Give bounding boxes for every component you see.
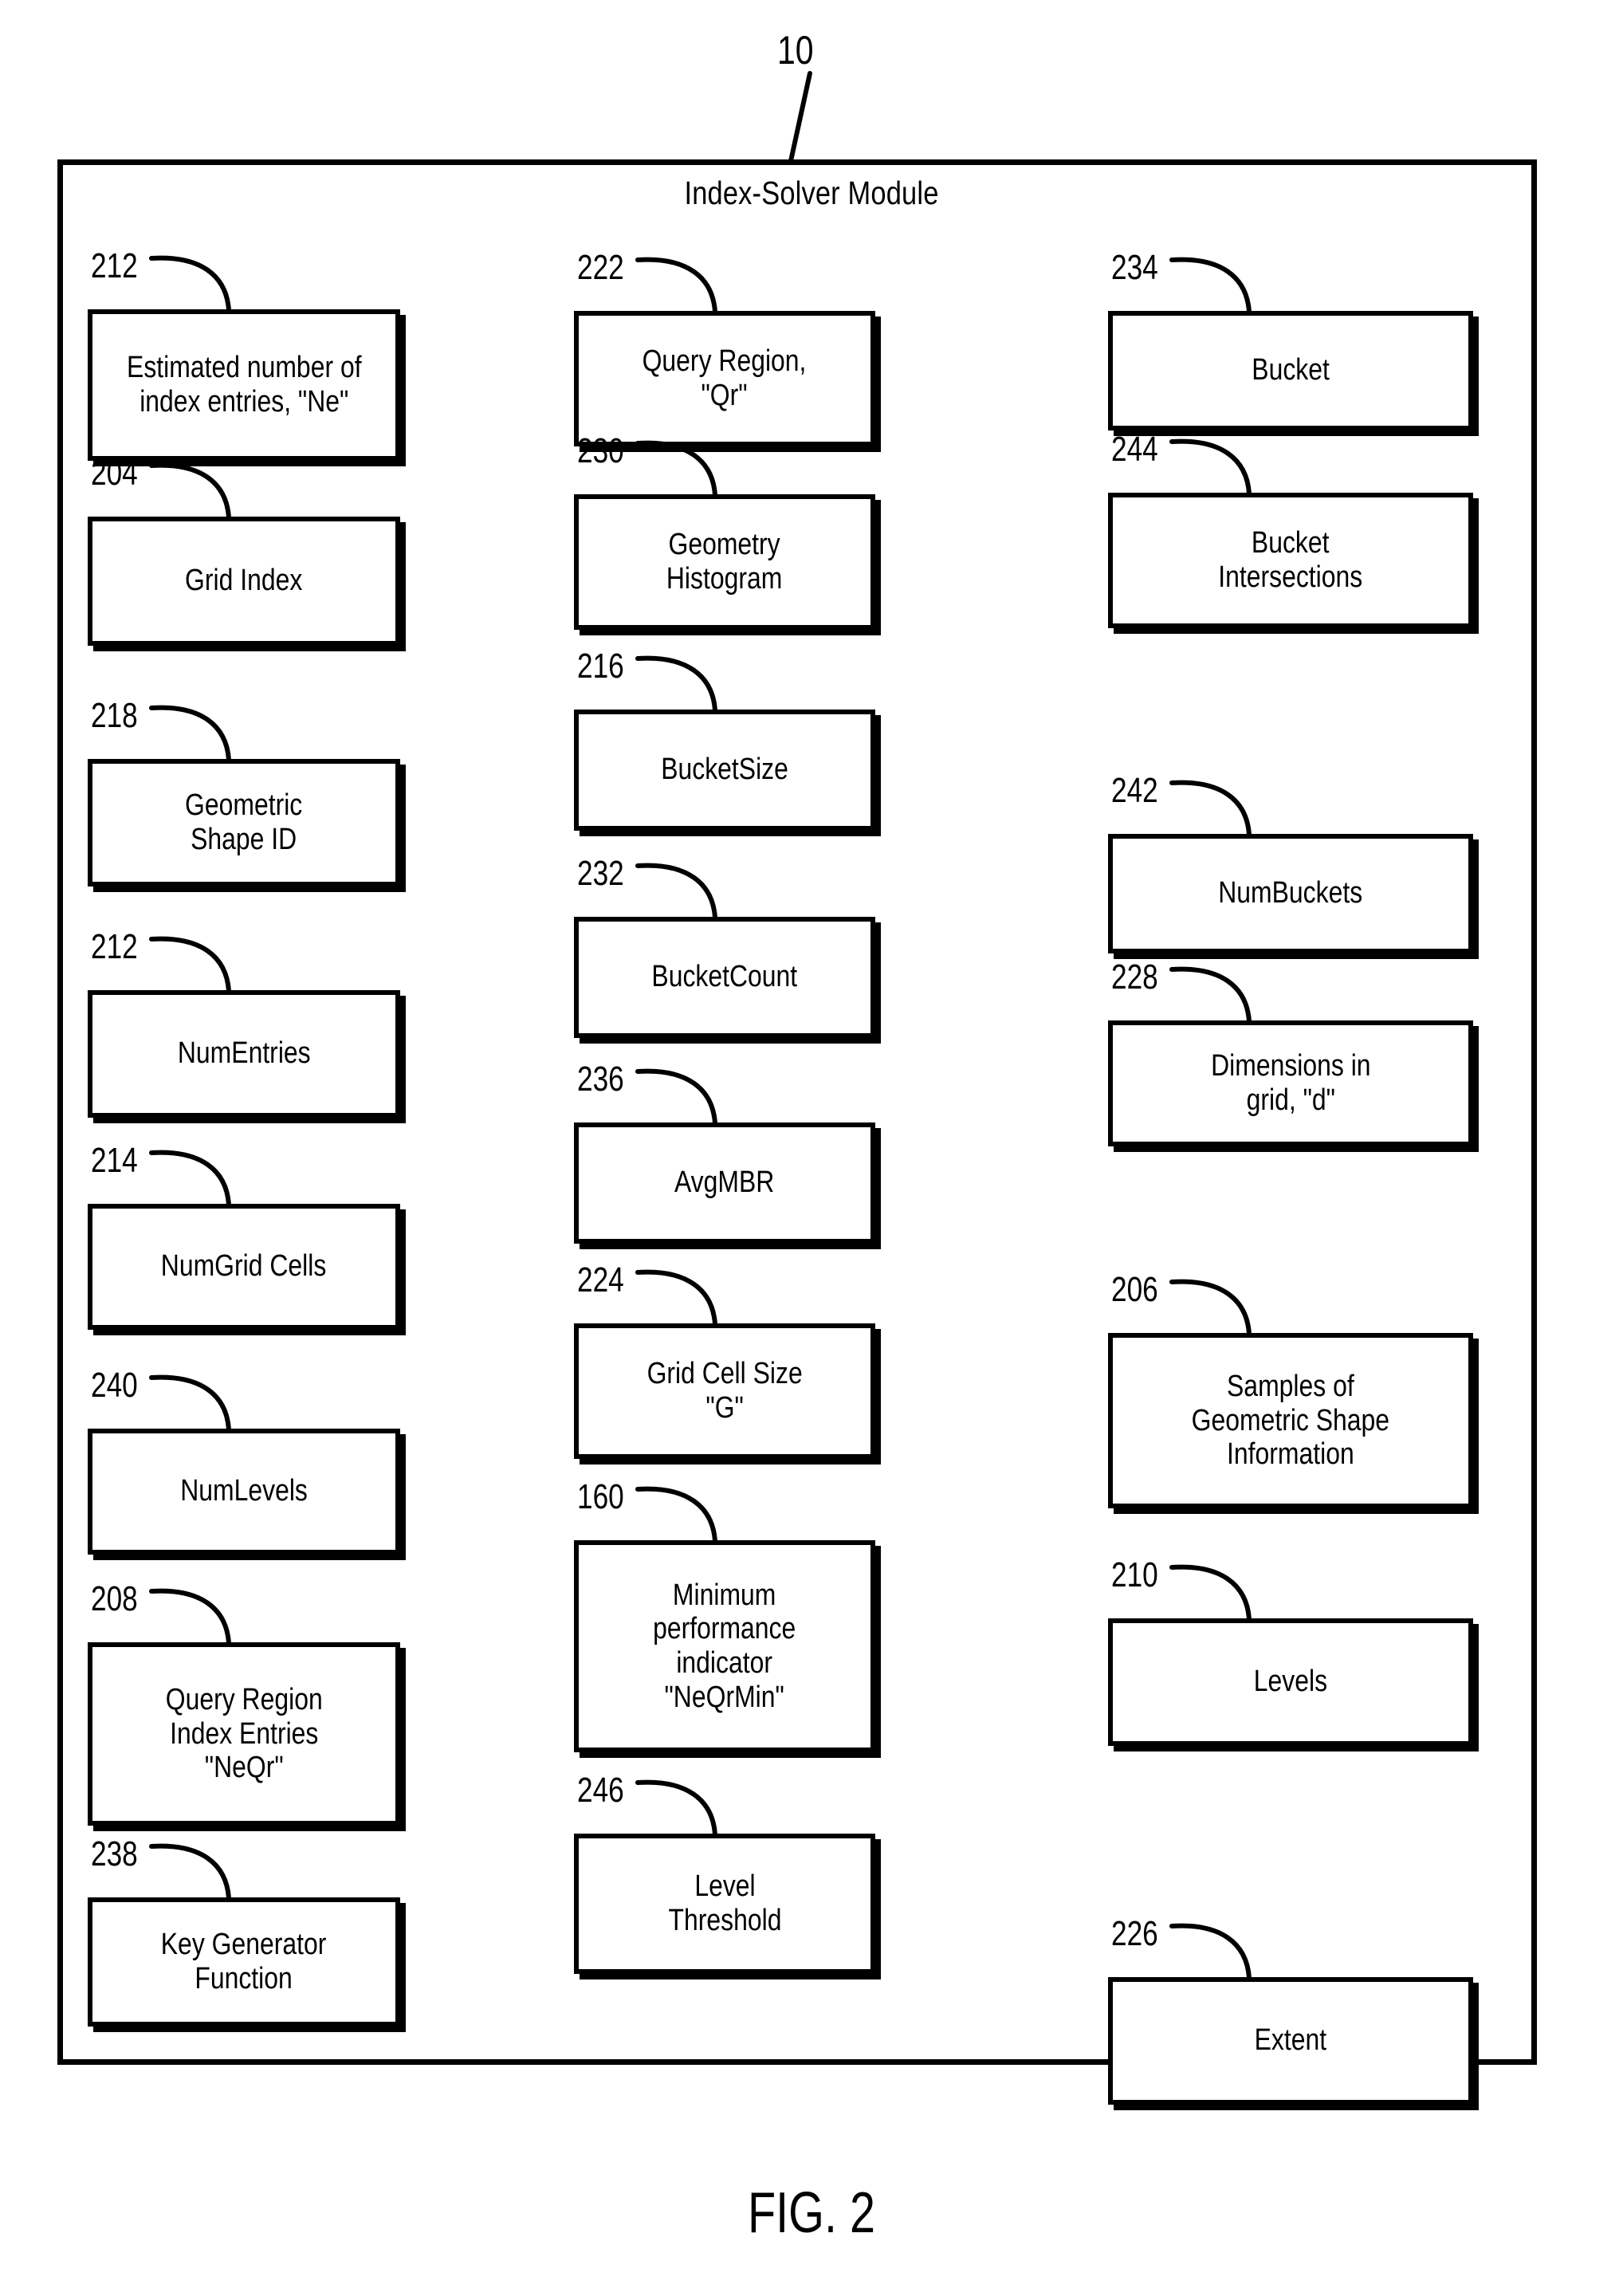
node-box-minimum-performance-indicator-neqrmin: Minimum performance indicator "NeQrMin": [574, 1540, 875, 1752]
node-label: NumLevels: [180, 1474, 308, 1508]
reference-numeral-238: 238: [91, 1834, 138, 1873]
reference-numeral-204: 204: [91, 454, 138, 493]
node-box-avgmbr: AvgMBR: [574, 1122, 875, 1244]
reference-numeral-216: 216: [577, 647, 624, 686]
node-label: Dimensions in grid, "d": [1210, 1049, 1371, 1117]
node-box-bucketsize: BucketSize: [574, 710, 875, 831]
reference-numeral-210: 210: [1111, 1555, 1158, 1594]
reference-numeral-236: 236: [577, 1060, 624, 1099]
node-label: Query Region Index Entries "NeQr": [165, 1683, 323, 1785]
figure-reference-10-leader-line: [788, 71, 812, 163]
node-box-query-region-qr: Query Region, "Qr": [574, 311, 875, 446]
node-box-extent: Extent: [1108, 1977, 1473, 2105]
node-label: Bucket: [1252, 353, 1330, 387]
node-box-query-region-index-entries-neqr: Query Region Index Entries "NeQr": [88, 1642, 400, 1826]
reference-numeral-222: 222: [577, 248, 624, 287]
node-label: Minimum performance indicator "NeQrMin": [653, 1578, 796, 1714]
reference-numeral-230: 230: [577, 431, 624, 470]
node-box-key-generator-function: Key Generator Function: [88, 1897, 400, 2027]
node-box-bucketcount: BucketCount: [574, 917, 875, 1038]
reference-numeral-218: 218: [91, 696, 138, 735]
node-box-grid-cell-size-g: Grid Cell Size "G": [574, 1323, 875, 1459]
node-box-grid-index: Grid Index: [88, 517, 400, 646]
node-label: BucketCount: [651, 960, 798, 994]
reference-numeral-226: 226: [1111, 1914, 1158, 1953]
node-label: NumBuckets: [1218, 876, 1363, 910]
node-box-levels: Levels: [1108, 1618, 1473, 1746]
reference-numeral-214: 214: [91, 1141, 138, 1180]
node-box-estimated-number-of-index-entries-ne: Estimated number of index entries, "Ne": [88, 309, 400, 461]
node-box-bucket: Bucket: [1108, 311, 1473, 431]
node-label: Geometric Shape ID: [185, 788, 303, 856]
node-label: NumEntries: [177, 1036, 311, 1071]
node-box-numbuckets: NumBuckets: [1108, 834, 1473, 953]
node-box-bucket-intersections: Bucket Intersections: [1108, 493, 1473, 628]
node-label: Geometry Histogram: [666, 528, 783, 596]
reference-numeral-212: 212: [91, 927, 138, 966]
reference-numeral-244: 244: [1111, 430, 1158, 469]
node-label: Key Generator Function: [161, 1928, 327, 1995]
node-box-numgrid-cells: NumGrid Cells: [88, 1204, 400, 1330]
reference-numeral-228: 228: [1111, 957, 1158, 997]
node-label: Grid Cell Size "G": [646, 1357, 803, 1425]
patent-figure-page: 10 Index-Solver Module Estimated number …: [0, 0, 1623, 2296]
node-label: AvgMBR: [674, 1166, 775, 1200]
reference-numeral-240: 240: [91, 1366, 138, 1405]
node-label: NumGrid Cells: [161, 1249, 327, 1284]
reference-numeral-206: 206: [1111, 1270, 1158, 1309]
node-box-numlevels: NumLevels: [88, 1429, 400, 1555]
node-box-level-threshold: Level Threshold: [574, 1834, 875, 1974]
node-label: Level Threshold: [668, 1869, 781, 1937]
reference-numeral-208: 208: [91, 1579, 138, 1618]
node-label: Estimated number of index entries, "Ne": [126, 351, 362, 419]
reference-numeral-246: 246: [577, 1771, 624, 1810]
node-label: Bucket Intersections: [1218, 526, 1363, 594]
node-box-samples-of-geometric-shape-information: Samples of Geometric Shape Information: [1108, 1333, 1473, 1508]
figure-caption: FIG. 2: [747, 2181, 876, 2245]
reference-numeral-234: 234: [1111, 248, 1158, 287]
node-label: Query Region, "Qr": [643, 344, 807, 412]
reference-numeral-242: 242: [1111, 771, 1158, 810]
node-box-geometry-histogram: Geometry Histogram: [574, 494, 875, 630]
node-label: BucketSize: [661, 753, 788, 787]
node-label: Grid Index: [185, 564, 303, 598]
reference-numeral-212: 212: [91, 246, 138, 285]
node-label: Samples of Geometric Shape Information: [1191, 1370, 1390, 1472]
node-box-dimensions-in-grid-d: Dimensions in grid, "d": [1108, 1020, 1473, 1146]
node-box-geometric-shape-id: Geometric Shape ID: [88, 759, 400, 887]
reference-numeral-160: 160: [577, 1477, 624, 1516]
figure-reference-10: 10: [777, 28, 814, 73]
module-title: Index-Solver Module: [684, 175, 939, 211]
reference-numeral-224: 224: [577, 1260, 624, 1299]
node-box-numentries: NumEntries: [88, 990, 400, 1118]
node-label: Extent: [1254, 2023, 1327, 2058]
reference-numeral-232: 232: [577, 854, 624, 893]
node-label: Levels: [1253, 1665, 1328, 1699]
